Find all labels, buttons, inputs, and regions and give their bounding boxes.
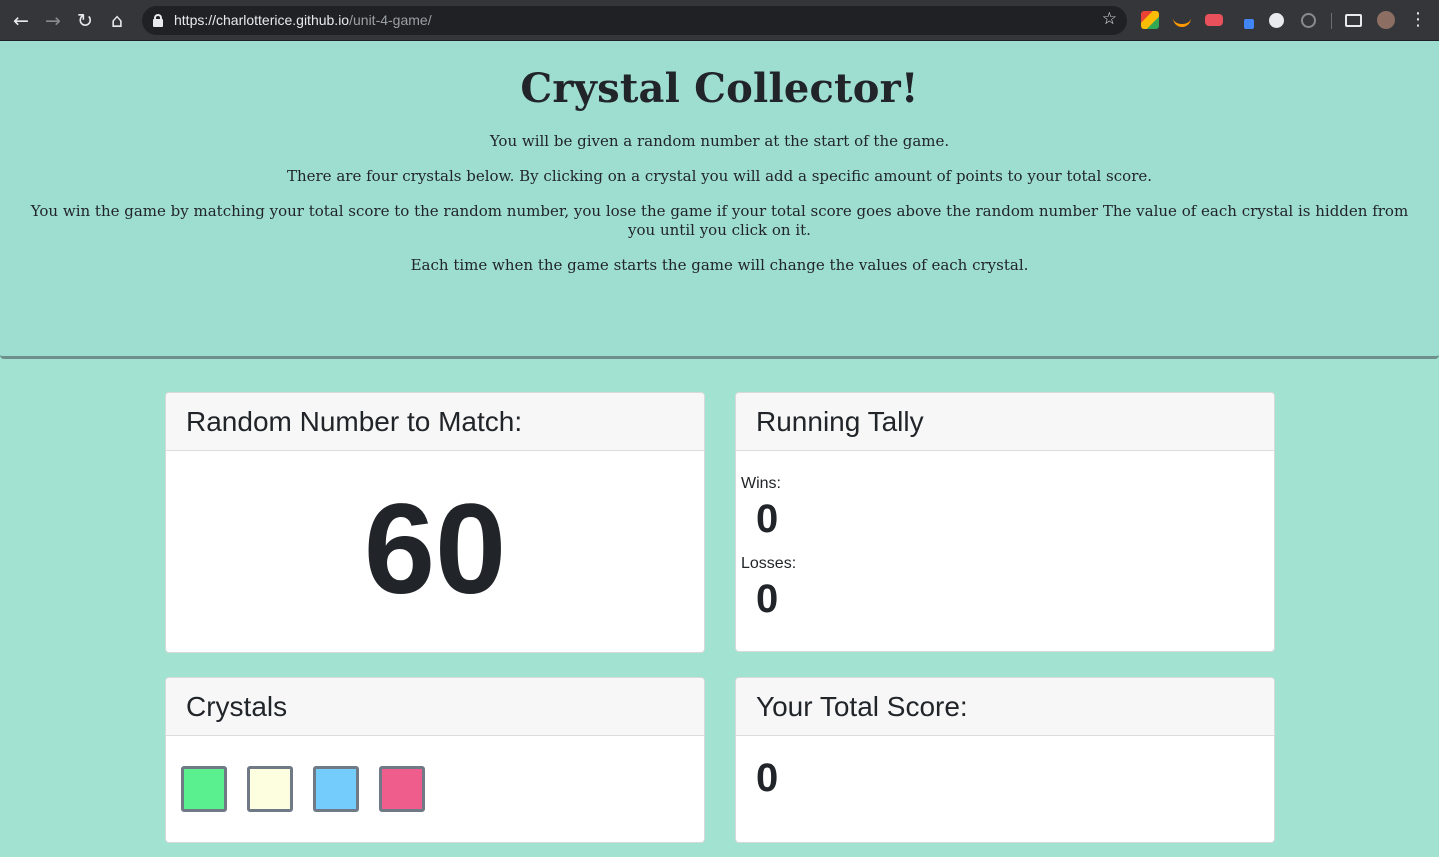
running-tally-card: Running Tally Wins: 0 Losses: 0 <box>735 392 1275 652</box>
extension-grid-icon[interactable] <box>1141 11 1159 29</box>
back-arrow-icon[interactable]: ← <box>8 8 34 34</box>
toolbar-divider <box>1331 13 1332 29</box>
instruction-4: Each time when the game starts the game … <box>410 256 1029 274</box>
header-jumbotron: Crystal Collector! You will be given a r… <box>0 41 1439 359</box>
amazon-extension-icon[interactable] <box>1173 17 1191 27</box>
random-number-value: 60 <box>363 478 507 621</box>
instruction-1: You will be given a random number at the… <box>489 132 950 150</box>
dropper-extension-icon[interactable] <box>1237 11 1255 29</box>
forward-arrow-icon[interactable]: → <box>40 8 66 34</box>
instruction-2: There are four crystals below. By clicki… <box>286 167 1153 185</box>
crystal-cream[interactable] <box>247 766 293 812</box>
crystal-pink[interactable] <box>379 766 425 812</box>
running-tally-header: Running Tally <box>736 393 1274 451</box>
browser-toolbar: ← → ↻ ⌂ https://charlotterice.github.io/… <box>0 0 1439 41</box>
losses-value: 0 <box>756 577 779 621</box>
circle-extension-icon[interactable] <box>1269 13 1284 28</box>
page-title: Crystal Collector! <box>520 65 919 112</box>
lock-icon[interactable] <box>153 14 163 27</box>
url-text[interactable]: https://charlotterice.github.io/unit-4-g… <box>174 12 432 28</box>
video-extension-icon[interactable] <box>1205 14 1223 26</box>
crystals-header: Crystals <box>166 678 704 736</box>
reload-icon[interactable]: ↻ <box>72 8 98 34</box>
wins-value: 0 <box>756 497 779 541</box>
more-menu-icon[interactable]: ⋮ <box>1409 9 1427 31</box>
wins-label: Wins: <box>741 475 781 492</box>
total-score-header: Your Total Score: <box>736 678 1274 736</box>
url-host: https://charlotterice.github.io <box>174 12 350 28</box>
profile-avatar[interactable] <box>1377 11 1395 29</box>
losses-label: Losses: <box>741 555 797 572</box>
random-number-card: Random Number to Match: 60 <box>165 392 705 653</box>
total-score-value: 0 <box>756 756 779 800</box>
random-number-header: Random Number to Match: <box>166 393 704 451</box>
crystals-card: Crystals <box>165 677 705 843</box>
crystal-blue[interactable] <box>313 766 359 812</box>
total-score-card: Your Total Score: 0 <box>735 677 1275 843</box>
instruction-3: You win the game by matching your total … <box>30 202 1409 239</box>
url-path: /unit-4-game/ <box>349 12 432 28</box>
crystal-green[interactable] <box>181 766 227 812</box>
home-icon[interactable]: ⌂ <box>104 8 130 34</box>
bookmark-star-icon[interactable]: ☆ <box>1102 9 1117 29</box>
c-extension-icon[interactable] <box>1301 13 1316 28</box>
cast-icon[interactable] <box>1345 14 1362 27</box>
address-bar[interactable]: https://charlotterice.github.io/unit-4-g… <box>142 6 1127 35</box>
